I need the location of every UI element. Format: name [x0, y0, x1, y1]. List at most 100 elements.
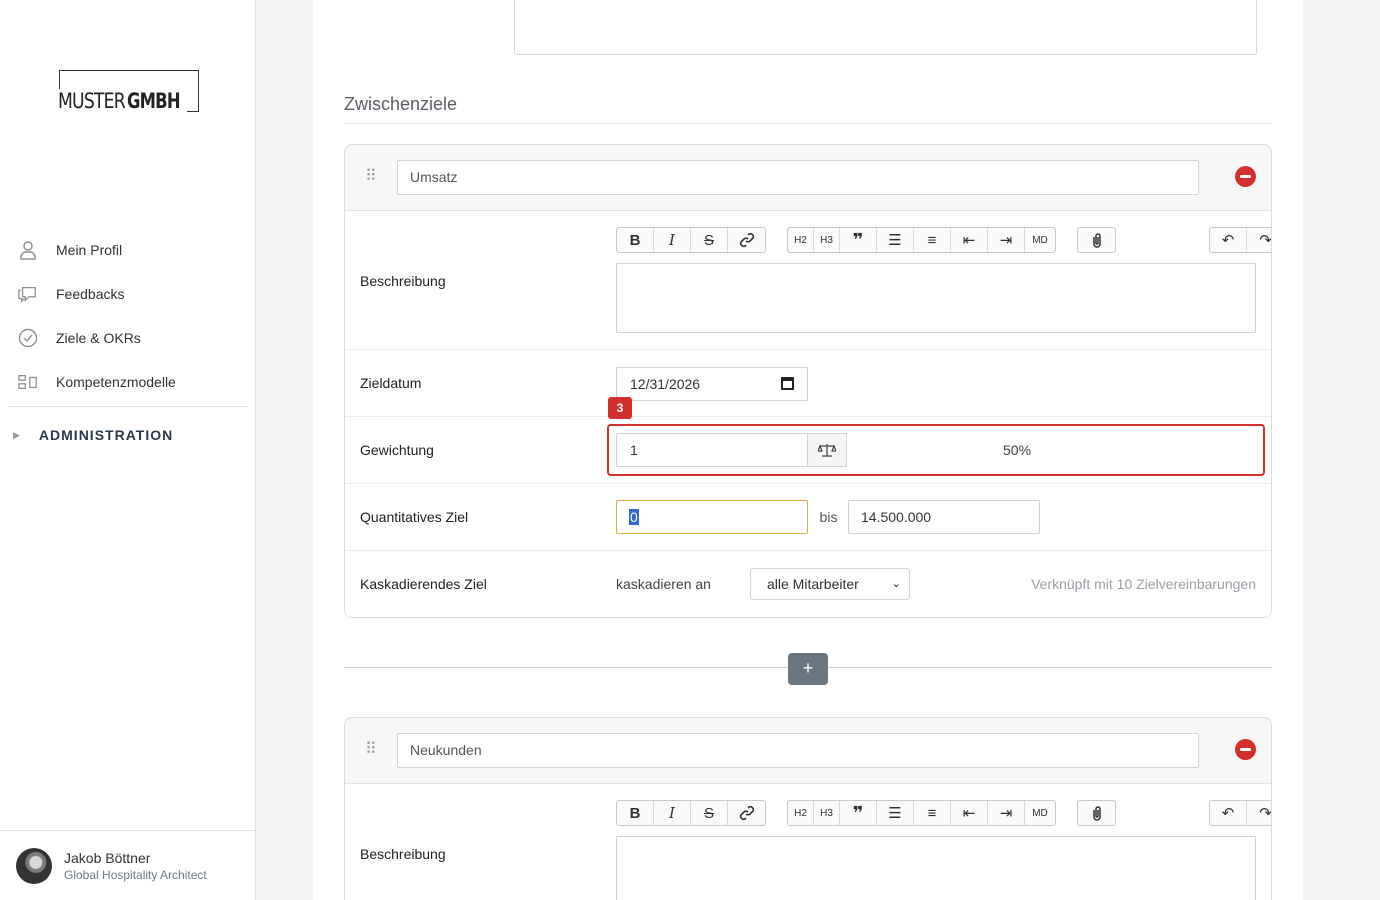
markdown-button[interactable]: MD: [1025, 801, 1055, 825]
weighting-input[interactable]: 1: [616, 433, 808, 467]
linked-agreements-info: Verknüpft mit 10 Zielvereinbarungen: [1031, 576, 1256, 592]
admin-label: ADMINISTRATION: [38, 427, 174, 443]
user-profile[interactable]: Jakob Böttner Global Hospitality Archite…: [0, 830, 255, 900]
user-name: Jakob Böttner: [64, 849, 151, 866]
numbered-list-icon[interactable]: ≡: [914, 228, 951, 252]
italic-button[interactable]: I: [654, 228, 691, 252]
logo-light-text: MUSTER: [58, 89, 126, 113]
subgoal-header: ⠿ Umsatz: [345, 145, 1271, 211]
selected-value: 0: [629, 509, 639, 525]
strikethrough-button[interactable]: S: [691, 228, 728, 252]
nav-label: Mein Profil: [56, 242, 123, 258]
cascade-to-label: kaskadieren an: [616, 576, 711, 592]
nav-item-administration[interactable]: ▶ ADMINISTRATION: [8, 407, 248, 463]
nav-item-goals[interactable]: Ziele & OKRs: [8, 316, 248, 360]
description-row: Beschreibung B I S H2 H3 ❞ ☰ ≡ ⇤ ⇥ MD ↶ …: [345, 784, 1271, 900]
section-divider: [344, 123, 1272, 124]
description-textarea[interactable]: [514, 0, 1257, 55]
nav-item-profile[interactable]: Mein Profil: [8, 228, 248, 272]
heading3-button[interactable]: H3: [814, 801, 840, 825]
check-circle-icon: [18, 328, 38, 348]
nav-item-feedbacks[interactable]: Feedbacks: [8, 272, 248, 316]
weighting-percentage: 50%: [1003, 442, 1032, 458]
main-content: Zwischenziele ⠿ Umsatz Beschreibung B I …: [313, 0, 1303, 900]
quantitative-label: Quantitatives Ziel: [360, 509, 469, 525]
indent-icon[interactable]: ⇥: [988, 228, 1025, 252]
nav-label: Kompetenzmodelle: [56, 374, 176, 390]
quantitative-to-input[interactable]: 14.500.000: [848, 500, 1040, 534]
description-label: Beschreibung: [360, 273, 446, 289]
target-date-row: Zieldatum 12/31/2026: [345, 350, 1271, 417]
editor-toolbar: B I S H2 H3 ❞ ☰ ≡ ⇤ ⇥ MD ↶ ↷: [616, 800, 1271, 826]
drag-handle-icon[interactable]: ⠿: [365, 169, 377, 185]
user-icon: [18, 240, 38, 260]
heading2-button[interactable]: H2: [788, 228, 814, 252]
subgoal-title-input[interactable]: Neukunden: [397, 733, 1199, 768]
target-date-label: Zieldatum: [360, 375, 422, 391]
undo-icon[interactable]: ↶: [1210, 801, 1247, 825]
remove-subgoal-button[interactable]: [1235, 166, 1256, 187]
redo-icon[interactable]: ↷: [1247, 801, 1271, 825]
redo-icon[interactable]: ↷: [1247, 228, 1271, 252]
remove-subgoal-button[interactable]: [1235, 739, 1256, 760]
indent-icon[interactable]: ⇥: [988, 801, 1025, 825]
nav-item-competencies[interactable]: Kompetenzmodelle: [8, 360, 248, 404]
company-logo[interactable]: MUSTERGMBH: [58, 70, 199, 113]
drag-handle-icon[interactable]: ⠿: [365, 742, 377, 758]
outdent-icon[interactable]: ⇤: [951, 801, 988, 825]
numbered-list-icon[interactable]: ≡: [914, 801, 951, 825]
subgoal-title-input[interactable]: Umsatz: [397, 160, 1199, 195]
subgoal-header: ⠿ Neukunden: [345, 718, 1271, 784]
quote-icon[interactable]: ❞: [840, 228, 877, 252]
add-subgoal-button[interactable]: +: [788, 653, 828, 685]
subgoal-card: ⠿ Umsatz Beschreibung B I S H2 H3 ❞ ☰ ≡ …: [344, 144, 1272, 618]
bullet-list-icon[interactable]: ☰: [877, 801, 914, 825]
description-editor[interactable]: [616, 836, 1256, 900]
section-title: Zwischenziele: [344, 94, 458, 114]
avatar: [16, 847, 52, 884]
bold-button[interactable]: B: [617, 228, 654, 252]
nav-label: Feedbacks: [56, 286, 125, 302]
bullet-list-icon[interactable]: ☰: [877, 228, 914, 252]
heading3-button[interactable]: H3: [814, 228, 840, 252]
cascade-selected-value: alle Mitarbeiter: [767, 576, 859, 592]
link-icon[interactable]: [728, 228, 765, 252]
quantitative-from-input[interactable]: 0: [616, 500, 808, 534]
attachment-icon[interactable]: [1078, 801, 1115, 825]
sidebar: MUSTERGMBH Mein Profil Feedbacks Ziele &…: [0, 0, 256, 900]
description-row: Beschreibung B I S H2 H3 ❞ ☰ ≡ ⇤ ⇥ MD ↶ …: [345, 211, 1271, 350]
cascade-target-select[interactable]: alle Mitarbeiter ⌄: [750, 568, 910, 600]
description-label: Beschreibung: [360, 846, 446, 862]
quote-icon[interactable]: ❞: [840, 801, 877, 825]
nav-label: Ziele & OKRs: [56, 330, 141, 346]
undo-icon[interactable]: ↶: [1210, 228, 1247, 252]
cascading-label: Kaskadierendes Ziel: [360, 576, 487, 592]
grid-icon: [18, 372, 38, 392]
logo-bold-text: GMBH: [126, 89, 181, 113]
cascading-row: Kaskadierendes Ziel kaskadieren an alle …: [345, 551, 1271, 617]
bold-button[interactable]: B: [617, 801, 654, 825]
outdent-icon[interactable]: ⇤: [951, 228, 988, 252]
balance-scale-icon[interactable]: [807, 433, 847, 467]
target-date-value: 12/31/2026: [630, 376, 701, 392]
attachment-icon[interactable]: [1078, 228, 1115, 252]
main-nav: Mein Profil Feedbacks Ziele & OKRs Kompe…: [8, 228, 248, 463]
markdown-button[interactable]: MD: [1025, 228, 1055, 252]
weighting-row: Gewichtung 1 50%: [345, 417, 1271, 484]
heading2-button[interactable]: H2: [788, 801, 814, 825]
chat-icon: [18, 284, 38, 304]
range-separator: bis: [819, 509, 838, 525]
user-role: Global Hospitality Architect: [64, 867, 207, 882]
calendar-icon[interactable]: [781, 377, 794, 390]
link-icon[interactable]: [728, 801, 765, 825]
editor-toolbar: B I S H2 H3 ❞ ☰ ≡ ⇤ ⇥ MD ↶ ↷: [616, 227, 1271, 253]
weighting-label: Gewichtung: [360, 442, 434, 458]
chevron-down-icon: ⌄: [891, 578, 901, 590]
caret-right-icon: ▶: [13, 429, 21, 440]
description-editor[interactable]: [616, 263, 1256, 333]
italic-button[interactable]: I: [654, 801, 691, 825]
strikethrough-button[interactable]: S: [691, 801, 728, 825]
quantitative-row: Quantitatives Ziel 0 bis 14.500.000: [345, 484, 1271, 551]
target-date-input[interactable]: 12/31/2026: [616, 367, 808, 401]
subgoal-card: ⠿ Neukunden Beschreibung B I S H2 H3 ❞ ☰…: [344, 717, 1272, 900]
